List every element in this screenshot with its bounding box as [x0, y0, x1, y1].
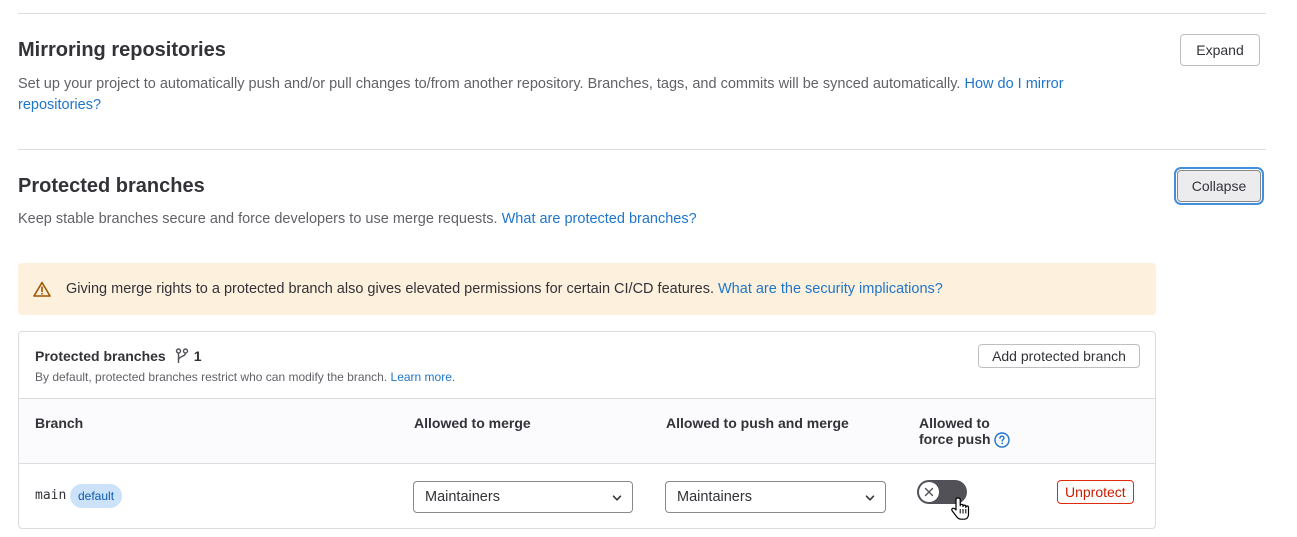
add-protected-branch-button[interactable]: Add protected branch — [978, 344, 1140, 368]
card-title-text: Protected branches — [35, 348, 166, 364]
warning-alert: Giving merge rights to a protected branc… — [18, 263, 1156, 315]
table-header: Branch Allowed to merge Allowed to push … — [19, 399, 1155, 464]
warning-icon — [33, 281, 51, 297]
allowed-to-merge-select[interactable]: Maintainers — [413, 481, 633, 513]
branch-count-value: 1 — [193, 348, 202, 364]
protected-branches-help-link[interactable]: What are protected branches? — [502, 211, 697, 227]
protected-branches-description: Keep stable branches secure and force de… — [18, 209, 697, 230]
card-title: Protected branches 1 — [35, 348, 202, 364]
card-header: Protected branches 1 By default, protect… — [19, 332, 1155, 399]
column-header-branch: Branch — [35, 415, 84, 431]
column-header-force-push: Allowed to force push — [919, 415, 1010, 448]
collapse-button[interactable]: Collapse — [1177, 170, 1261, 202]
default-badge: default — [70, 484, 123, 508]
learn-more-link[interactable]: Learn more. — [391, 370, 456, 384]
section-divider — [18, 149, 1266, 150]
protected-branches-card: Protected branches 1 By default, protect… — [18, 331, 1156, 529]
chevron-down-icon — [612, 495, 622, 501]
card-subtitle: By default, protected branches restrict … — [35, 370, 456, 384]
branch-name: main — [35, 488, 67, 503]
expand-button[interactable]: Expand — [1180, 34, 1260, 66]
chevron-down-icon — [865, 495, 875, 501]
column-header-allowed-to-push: Allowed to push and merge — [666, 415, 849, 431]
allowed-to-push-value: Maintainers — [677, 489, 752, 505]
allowed-to-push-select[interactable]: Maintainers — [665, 481, 886, 513]
close-icon — [924, 487, 934, 497]
security-implications-link[interactable]: What are the security implications? — [718, 281, 943, 297]
top-divider — [18, 13, 1266, 14]
protected-branches-title: Protected branches — [18, 175, 205, 197]
unprotect-button[interactable]: Unprotect — [1057, 480, 1134, 504]
table-row: main default Maintainers Maintainers Unp… — [19, 464, 1155, 528]
alert-text: Giving merge rights to a protected branc… — [66, 281, 943, 297]
hand-cursor-icon — [951, 497, 970, 520]
branch-icon — [175, 348, 188, 363]
mirroring-description-text: Set up your project to automatically pus… — [18, 76, 961, 92]
allowed-to-merge-value: Maintainers — [425, 489, 500, 505]
branch-count: 1 — [175, 348, 202, 364]
toggle-knob — [919, 482, 939, 502]
question-icon[interactable] — [993, 432, 1010, 448]
column-header-allowed-to-merge: Allowed to merge — [414, 415, 531, 431]
mirroring-description: Set up your project to automatically pus… — [18, 74, 1148, 116]
mirroring-title: Mirroring repositories — [18, 39, 226, 61]
protected-description-text: Keep stable branches secure and force de… — [18, 211, 498, 227]
